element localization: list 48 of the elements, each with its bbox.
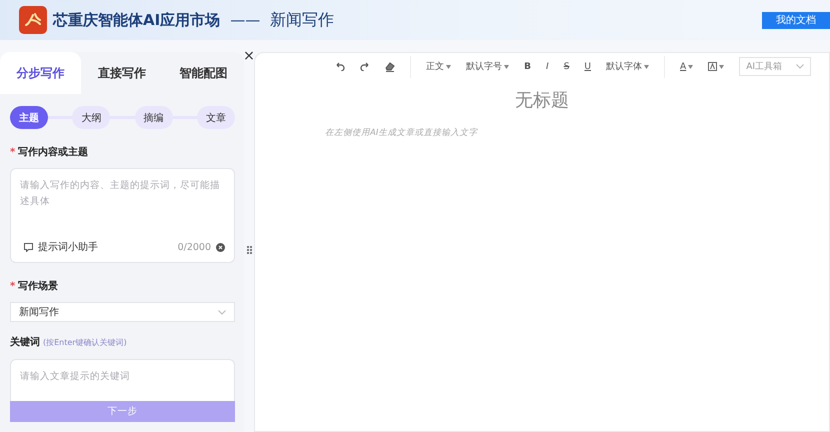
step-tab[interactable]: 主题 (10, 106, 48, 129)
topic-field[interactable]: 请输入写作的内容、主题的提示词，尽可能描述具体 提示词小助手 0/2000 (10, 168, 235, 263)
step-tab[interactable]: 大纲 (72, 106, 110, 129)
mode-tab[interactable]: 直接写作 (81, 52, 163, 94)
required-mark: * (10, 146, 16, 158)
my-documents-button[interactable]: 我的文档 (762, 12, 830, 28)
character-counter: 0/2000 (178, 242, 211, 252)
chevron-down-icon (796, 64, 804, 69)
title-separator: —— (230, 11, 260, 29)
field-label: 写作场景 (18, 280, 58, 293)
mode-tab[interactable]: 智能配图 (162, 52, 244, 94)
highlight-icon (708, 62, 718, 71)
underline-button[interactable]: U (584, 62, 592, 72)
required-mark: * (10, 280, 16, 292)
caret-icon (446, 64, 452, 68)
brand-name: 芯重庆智能体AI应用市场 (53, 10, 220, 30)
redo-icon[interactable] (360, 62, 370, 71)
drag-handle-icon[interactable] (246, 246, 252, 254)
caret-icon (688, 64, 694, 68)
field-label: 关键词 (10, 336, 40, 349)
prompt-helper-button[interactable]: 提示词小助手 (20, 240, 98, 254)
font-color-button[interactable]: A (680, 62, 694, 72)
scene-select[interactable]: 新闻写作 (10, 302, 235, 322)
clear-icon[interactable] (216, 242, 225, 252)
document-title[interactable]: 无标题 (255, 88, 829, 112)
caret-icon (719, 64, 724, 68)
toolbar-dropdown[interactable]: 正文 (426, 60, 452, 73)
italic-button[interactable]: I (546, 62, 549, 72)
page-title: 新闻写作 (270, 10, 334, 30)
field-hint: (按Enter键确认关键词) (43, 336, 127, 348)
eraser-icon[interactable] (385, 62, 396, 72)
strikethrough-button[interactable]: S (564, 62, 570, 72)
logo-icon (19, 6, 47, 34)
close-button[interactable]: × (243, 49, 255, 63)
step-tab[interactable]: 摘编 (134, 106, 173, 129)
field-label: 写作内容或主题 (18, 145, 88, 159)
toolbar-dropdown[interactable]: 默认字号 (466, 60, 510, 73)
undo-icon[interactable] (335, 62, 346, 71)
step-tab[interactable]: 文章 (196, 106, 235, 129)
toolbar-dropdown[interactable]: 默认字体 (606, 60, 650, 73)
highlight-button[interactable] (708, 62, 724, 71)
chevron-down-icon (218, 310, 226, 314)
caret-icon (644, 64, 650, 68)
keywords-field[interactable]: 请输入文章提示的关键词 (10, 359, 235, 401)
mode-tab[interactable]: 分步写作 (0, 52, 82, 94)
caret-icon (504, 64, 510, 68)
bold-button[interactable]: B (524, 62, 532, 72)
chat-icon (24, 242, 33, 252)
